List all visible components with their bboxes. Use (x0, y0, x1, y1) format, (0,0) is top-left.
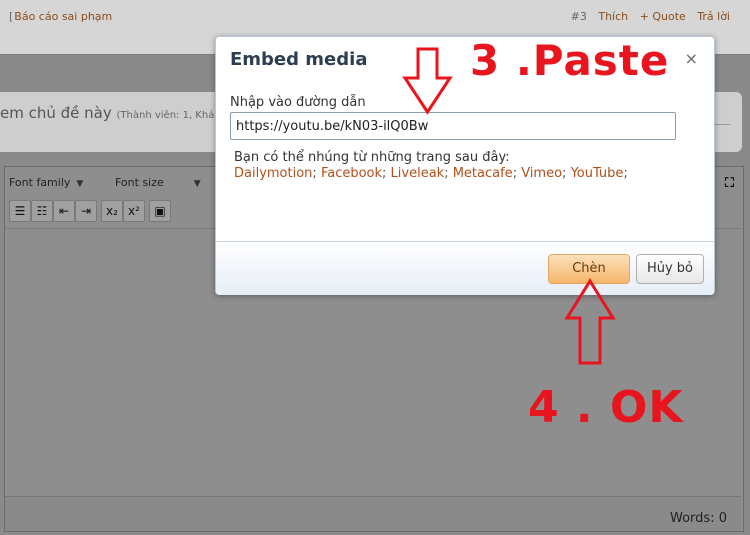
step4-annotation: 4 . OK (528, 382, 684, 433)
step3-annotation: 3 .Paste (470, 36, 670, 85)
up-arrow-icon (564, 278, 616, 365)
down-arrow-icon (402, 47, 453, 115)
